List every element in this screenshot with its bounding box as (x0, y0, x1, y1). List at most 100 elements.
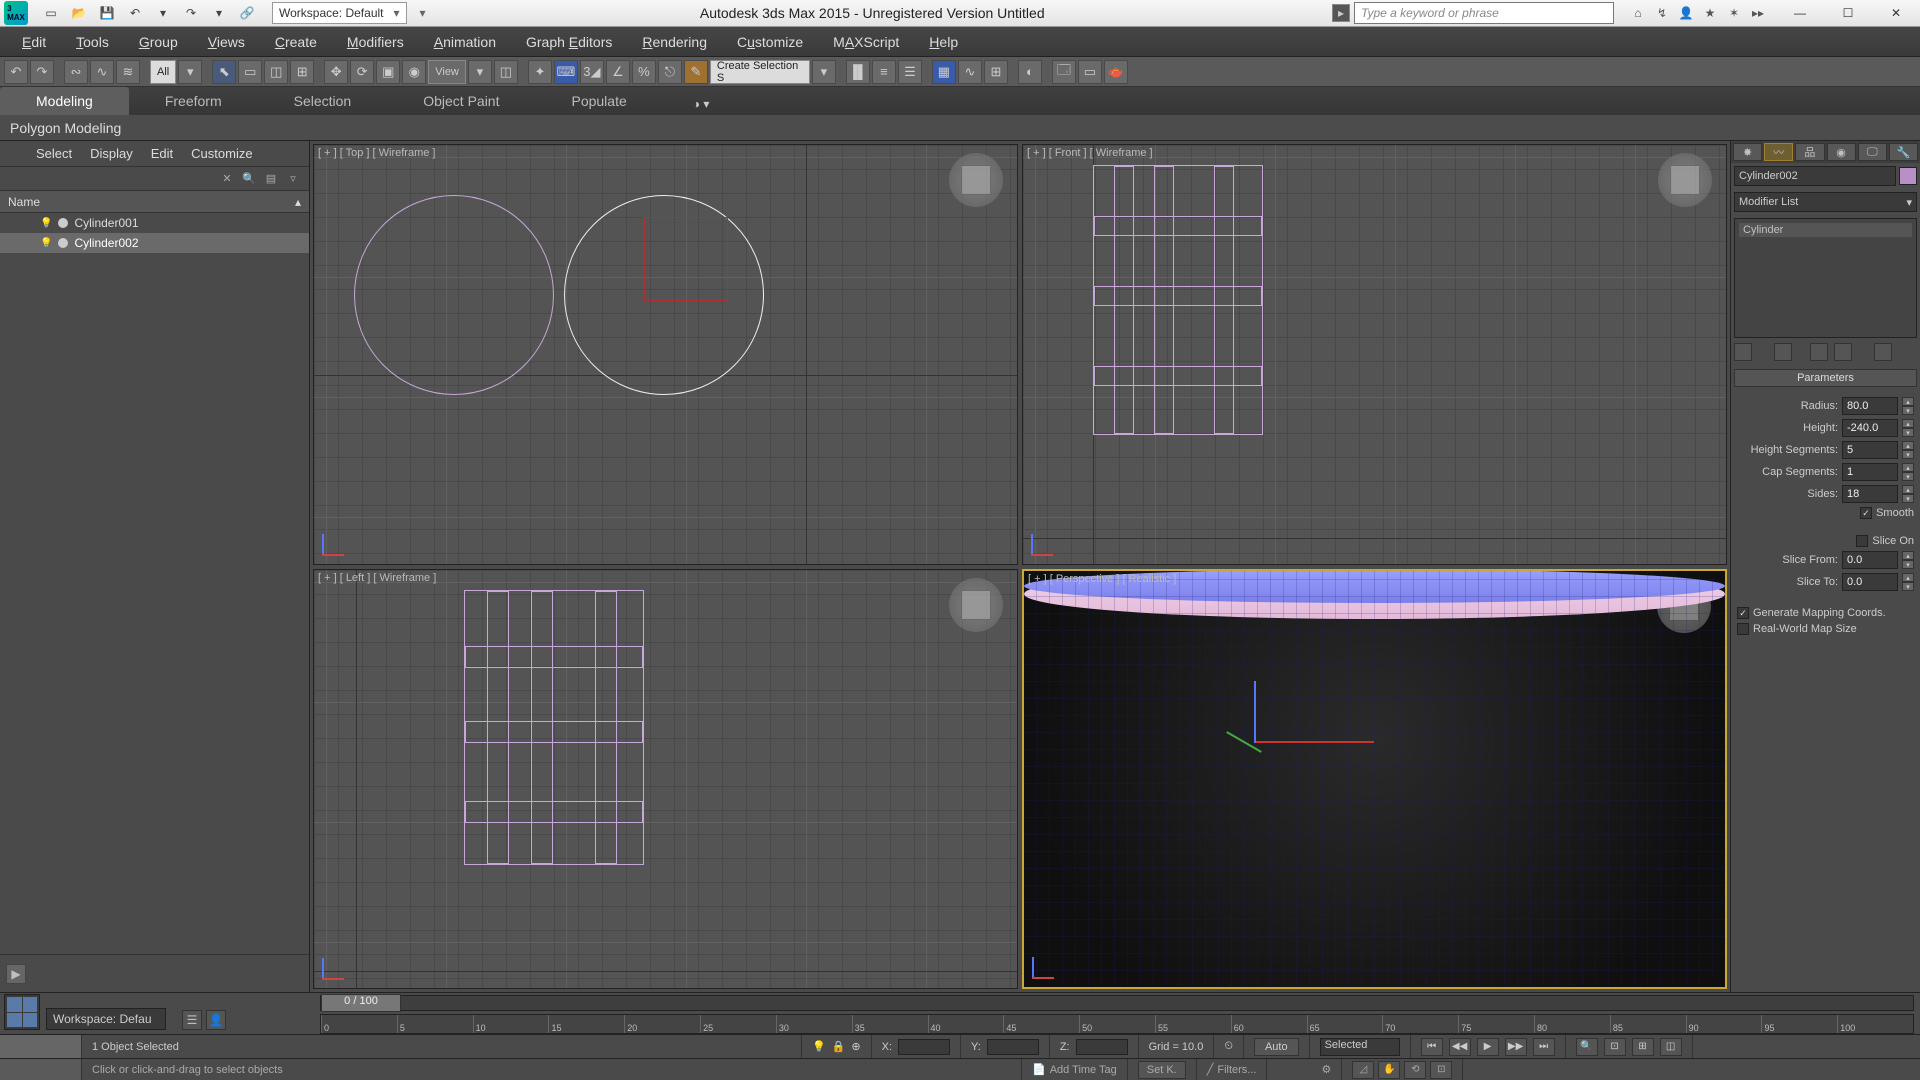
menu-views[interactable]: Views (208, 34, 245, 50)
select-region-icon[interactable]: ◫ (264, 60, 288, 84)
time-config-icon[interactable]: ⏲ (1224, 1040, 1233, 1053)
ribbon-expand-icon[interactable]: ◑ ▾ (683, 93, 720, 115)
app-logo-icon[interactable]: 3MAX (4, 1, 28, 25)
snap-percent-icon[interactable]: % (632, 60, 656, 84)
sliceon-checkbox[interactable] (1856, 535, 1868, 547)
pin-stack-icon[interactable] (1734, 343, 1752, 361)
placement-icon[interactable]: ◉ (402, 60, 426, 84)
configure-sets-icon[interactable] (1874, 343, 1892, 361)
undo-tb-icon[interactable]: ↶ (4, 60, 28, 84)
edit-named-sel-icon[interactable]: ✎ (684, 60, 708, 84)
object-color-swatch[interactable] (1899, 167, 1917, 185)
coord-drop-icon[interactable]: ▾ (468, 60, 492, 84)
manipulate-icon[interactable]: ✦ (528, 60, 552, 84)
close-button[interactable]: ✕ (1872, 0, 1920, 27)
tab-create-icon[interactable]: ✸ (1733, 143, 1762, 161)
redo-icon[interactable]: ↷ (178, 2, 204, 24)
menu-maxscript[interactable]: MAXScript (833, 34, 899, 50)
scene-menu-customize[interactable]: Customize (191, 146, 252, 161)
menu-rendering[interactable]: Rendering (642, 34, 707, 50)
more-icon[interactable]: ▸▸ (1748, 3, 1768, 23)
cap-segments-field[interactable]: 1 (1842, 463, 1898, 481)
selection-filter[interactable]: All (150, 60, 176, 84)
maxscript-listener-icon[interactable]: ▶ (6, 964, 26, 984)
bind-tb-icon[interactable]: ≋ (116, 60, 140, 84)
slicefrom-field[interactable]: 0.0 (1842, 551, 1898, 569)
list-item[interactable]: 💡 Cylinder002 (0, 233, 309, 253)
redo-tb-icon[interactable]: ↷ (30, 60, 54, 84)
link-icon[interactable]: 🔗 (234, 2, 260, 24)
viewcube-icon[interactable] (949, 153, 1003, 207)
render-frame-icon[interactable]: ▭ (1078, 60, 1102, 84)
height-spinner[interactable]: ▴▾ (1902, 419, 1914, 437)
link-tb-icon[interactable]: ∾ (64, 60, 88, 84)
ws-lock-icon[interactable]: 👤 (206, 1010, 226, 1030)
menu-animation[interactable]: Animation (434, 34, 496, 50)
tab-objectpaint[interactable]: Object Paint (387, 87, 535, 115)
tab-selection[interactable]: Selection (258, 87, 388, 115)
sliceto-spinner[interactable]: ▴▾ (1902, 573, 1914, 591)
tab-modeling[interactable]: Modeling (0, 87, 129, 115)
open-icon[interactable]: 📂 (66, 2, 92, 24)
scene-list[interactable]: 💡 Cylinder001 💡 Cylinder002 (0, 213, 309, 954)
menu-edit[interactable]: Edit (22, 34, 46, 50)
key-filters-dropdown[interactable]: Selected (1320, 1038, 1400, 1056)
move-icon[interactable]: ✥ (324, 60, 348, 84)
keyboard-shortcut-icon[interactable]: ⌨ (554, 60, 578, 84)
render-setup-icon[interactable]: 🗔 (1052, 60, 1076, 84)
viewport-layout-toggle[interactable] (4, 994, 40, 1030)
key-mode-icon[interactable]: ╱ (1207, 1063, 1214, 1076)
sort-icon[interactable]: ▴ (295, 195, 301, 209)
stack-item[interactable]: Cylinder (1739, 223, 1912, 237)
show-end-result-icon[interactable] (1774, 343, 1792, 361)
se-close-icon[interactable]: ✕ (219, 171, 235, 187)
fov-icon[interactable]: ◿ (1352, 1061, 1374, 1079)
exchange-icon[interactable]: ↯ (1652, 3, 1672, 23)
time-ruler[interactable]: 0510152025303540455055606570758085909510… (320, 1014, 1914, 1034)
radius-field[interactable]: 80.0 (1842, 397, 1898, 415)
zoom-ext-icon[interactable]: ⊞ (1632, 1038, 1654, 1056)
menu-customize[interactable]: Customize (737, 34, 803, 50)
minilistener-pink[interactable] (0, 1035, 82, 1058)
gizmo-x-axis-icon[interactable] (1254, 741, 1374, 743)
render-prod-icon[interactable]: 🫖 (1104, 60, 1128, 84)
slicefrom-spinner[interactable]: ▴▾ (1902, 551, 1914, 569)
menu-modifiers[interactable]: Modifiers (347, 34, 404, 50)
workspace-selector[interactable]: Workspace: Default ▾ (272, 2, 407, 24)
tab-motion-icon[interactable]: ◉ (1827, 143, 1856, 161)
height-field[interactable]: -240.0 (1842, 419, 1898, 437)
se-find-icon[interactable]: 🔍 (241, 171, 257, 187)
scene-menu-display[interactable]: Display (90, 146, 133, 161)
addtag-icon[interactable]: 📄 (1032, 1063, 1046, 1076)
minimize-button[interactable]: — (1776, 0, 1824, 27)
sliceto-field[interactable]: 0.0 (1842, 573, 1898, 591)
visibility-icon[interactable]: 💡 (40, 218, 52, 229)
menu-tools[interactable]: Tools (76, 34, 109, 50)
viewport-left[interactable]: [ + ] [ Left ] [ Wireframe ] (313, 569, 1018, 990)
snap-spinner-icon[interactable]: ⎋ (658, 60, 682, 84)
realworld-checkbox[interactable] (1737, 623, 1749, 635)
ws-layers-icon[interactable]: ☰ (182, 1010, 202, 1030)
play-icon[interactable]: ▶ (1477, 1038, 1499, 1056)
addtag-label[interactable]: Add Time Tag (1050, 1064, 1117, 1076)
undo-drop-icon[interactable]: ▾ (150, 2, 176, 24)
ribbon-panel-title[interactable]: Polygon Modeling (0, 115, 1920, 141)
mirror-icon[interactable]: ▐▌ (846, 60, 870, 84)
menu-group[interactable]: Group (139, 34, 178, 50)
isolate-icon[interactable]: ⊕ (851, 1040, 860, 1053)
viewcube-icon[interactable] (949, 578, 1003, 632)
viewport-label[interactable]: [ + ] [ Top ] [ Wireframe ] (318, 147, 435, 159)
make-unique-icon[interactable] (1810, 343, 1828, 361)
modifier-list-dropdown[interactable]: Modifier List (1734, 192, 1917, 212)
setkey-button[interactable]: Set K. (1138, 1061, 1186, 1079)
cseg-spinner[interactable]: ▴▾ (1902, 463, 1914, 481)
menu-grapheditors[interactable]: Graph Editors (526, 34, 612, 50)
x-field[interactable] (898, 1039, 950, 1055)
list-item[interactable]: 💡 Cylinder001 (0, 213, 309, 233)
remove-modifier-icon[interactable] (1834, 343, 1852, 361)
hseg-spinner[interactable]: ▴▾ (1902, 441, 1914, 459)
selset-drop-icon[interactable]: ▾ (812, 60, 836, 84)
prev-frame-icon[interactable]: ◀◀ (1449, 1038, 1471, 1056)
viewport-perspective[interactable]: [ + ] [ Perspective ] [ Realistic ] (1022, 569, 1727, 990)
visibility-icon[interactable]: 💡 (40, 238, 52, 249)
